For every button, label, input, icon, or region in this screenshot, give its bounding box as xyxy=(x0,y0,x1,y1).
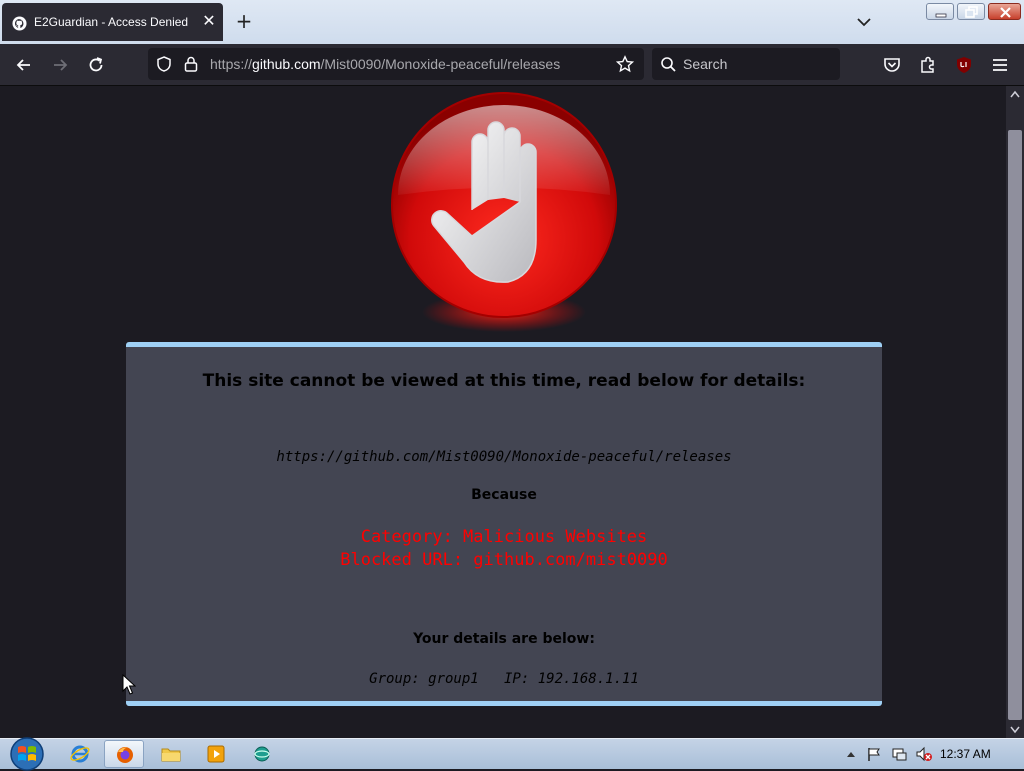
taskbar-app[interactable] xyxy=(242,740,282,768)
access-denied-panel: This site cannot be viewed at this time,… xyxy=(126,342,882,706)
vertical-scrollbar[interactable] xyxy=(1006,86,1024,738)
minimize-icon xyxy=(935,13,947,18)
windows-start-icon[interactable] xyxy=(8,737,46,771)
pocket-icon xyxy=(884,58,900,72)
page-content: This site cannot be viewed at this time,… xyxy=(0,86,1006,738)
taskbar: 12:37 AM xyxy=(0,737,1024,771)
url-scheme: https:// xyxy=(210,56,253,72)
details-title: Your details are below: xyxy=(413,631,595,647)
mouse-cursor-icon xyxy=(122,674,136,695)
system-clock[interactable]: 12:37 AM xyxy=(940,747,991,761)
tray-chevron-up-icon[interactable] xyxy=(846,750,856,758)
bookmark-star-icon[interactable] xyxy=(616,55,634,73)
ublock-button[interactable] xyxy=(951,52,977,78)
puzzle-icon xyxy=(921,56,934,73)
stop-hand-icon xyxy=(391,92,617,332)
url-host: github.com xyxy=(252,56,321,72)
block-reason: Blocked URL: github.com/mist0090 xyxy=(340,550,668,570)
url-text[interactable]: https://github.com/Mist0090/Monoxide-pea… xyxy=(210,56,560,72)
search-placeholder: Search xyxy=(683,56,728,72)
hamburger-menu-icon xyxy=(993,59,1007,71)
taskbar-firefox[interactable] xyxy=(104,740,144,768)
reload-icon xyxy=(89,57,103,72)
tab-strip: E2Guardian - Access Denied ✕ + xyxy=(0,0,1024,44)
tab-title: E2Guardian - Access Denied xyxy=(34,15,189,29)
arrow-left-icon xyxy=(16,59,30,71)
search-input[interactable]: Search xyxy=(652,48,840,80)
reload-button[interactable] xyxy=(83,52,109,78)
taskbar-file-explorer[interactable] xyxy=(150,740,190,768)
restore-icon xyxy=(965,6,978,18)
chevron-down-icon[interactable] xyxy=(854,12,874,32)
network-icon[interactable] xyxy=(891,746,907,762)
close-icon xyxy=(1000,7,1011,18)
media-player-icon xyxy=(207,745,225,763)
minimize-button[interactable] xyxy=(926,3,954,20)
restore-button[interactable] xyxy=(957,3,985,20)
firefox-icon xyxy=(117,747,133,763)
lock-icon[interactable] xyxy=(183,55,199,73)
folder-icon xyxy=(161,748,181,762)
url-bar[interactable]: https://github.com/Mist0090/Monoxide-pea… xyxy=(148,48,644,80)
blocked-url-text: https://github.com/Mist0090/Monoxide-pea… xyxy=(276,449,732,465)
extensions-button[interactable] xyxy=(915,52,941,78)
scrollbar-thumb[interactable] xyxy=(1008,130,1022,720)
menu-button[interactable] xyxy=(987,52,1013,78)
url-path: /Mist0090/Monoxide-peaceful/releases xyxy=(320,56,561,72)
scroll-up-icon[interactable] xyxy=(1010,90,1020,98)
search-icon xyxy=(661,57,676,72)
arrow-right-icon xyxy=(54,59,68,71)
tab-e2guardian[interactable]: E2Guardian - Access Denied ✕ xyxy=(2,3,223,41)
taskbar-internet-explorer[interactable] xyxy=(60,740,100,768)
volume-muted-icon[interactable] xyxy=(915,746,933,762)
navigation-toolbar: https://github.com/Mist0090/Monoxide-pea… xyxy=(0,44,1024,86)
new-tab-button[interactable]: + xyxy=(234,11,254,31)
forward-button[interactable] xyxy=(47,52,73,78)
ublock-shield-icon xyxy=(957,57,971,73)
block-category: Category: Malicious Websites xyxy=(360,527,648,547)
back-button[interactable] xyxy=(11,52,37,78)
pocket-button[interactable] xyxy=(879,52,905,78)
app-globe-icon xyxy=(254,746,270,762)
tab-close-icon[interactable]: ✕ xyxy=(200,12,218,30)
taskbar-media-player[interactable] xyxy=(196,740,236,768)
page-title: This site cannot be viewed at this time,… xyxy=(202,371,806,391)
internet-explorer-icon xyxy=(70,745,90,763)
action-center-flag-icon[interactable] xyxy=(866,746,882,762)
scroll-down-icon[interactable] xyxy=(1010,726,1020,734)
shield-icon[interactable] xyxy=(155,55,173,73)
user-details: Group: group1 IP: 192.168.1.11 xyxy=(369,671,639,687)
github-icon xyxy=(12,16,27,31)
because-label: Because xyxy=(471,487,537,503)
close-window-button[interactable] xyxy=(988,3,1021,20)
